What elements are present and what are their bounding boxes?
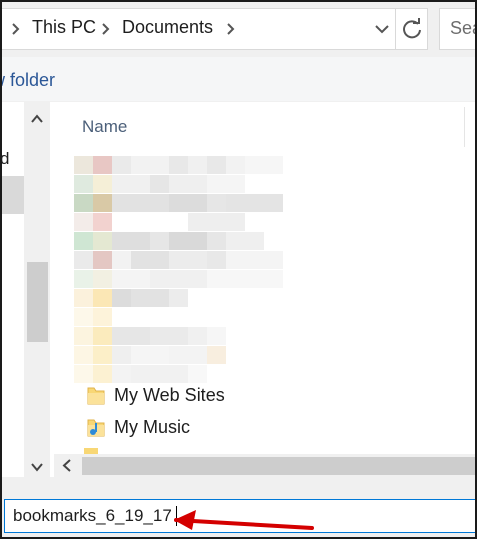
chevron-down-icon[interactable] xyxy=(374,23,390,35)
divider xyxy=(395,9,396,49)
chevron-right-icon[interactable] xyxy=(225,19,237,39)
column-divider[interactable] xyxy=(464,107,465,147)
folder-icon xyxy=(87,387,105,405)
file-name: My Web Sites xyxy=(114,385,225,405)
scrollbar-thumb[interactable] xyxy=(82,457,475,475)
address-bar[interactable]: This PC Documents xyxy=(2,8,428,50)
chevron-right-icon xyxy=(12,23,20,35)
new-folder-button[interactable]: w folder xyxy=(2,70,55,91)
breadcrumb-documents[interactable]: Documents xyxy=(122,17,213,38)
scroll-up-icon[interactable] xyxy=(30,114,44,124)
annotation-arrow xyxy=(174,510,314,530)
scroll-down-icon[interactable] xyxy=(30,462,44,472)
chevron-right-icon[interactable] xyxy=(100,19,112,39)
search-placeholder: Sea xyxy=(450,18,475,38)
nav-selected-item[interactable] xyxy=(2,176,24,214)
scrollbar-thumb[interactable] xyxy=(27,262,48,342)
breadcrumb-this-pc[interactable]: This PC xyxy=(32,17,96,38)
column-header: Name xyxy=(54,102,475,152)
nav-item-label[interactable]: d xyxy=(2,149,9,169)
clipped-column-marks xyxy=(472,102,477,477)
horizontal-scrollbar[interactable] xyxy=(54,454,475,477)
navigation-pane: d xyxy=(2,102,55,477)
file-list: Name My Web Sites My Music xyxy=(54,102,475,477)
refresh-icon[interactable] xyxy=(400,17,424,41)
column-name-header[interactable]: Name xyxy=(82,117,127,137)
music-folder-icon xyxy=(87,419,105,437)
scroll-left-icon[interactable] xyxy=(62,459,72,472)
save-dialog: This PC Documents Sea w folder d Name xyxy=(0,0,477,539)
file-name: My Music xyxy=(114,417,190,437)
search-input[interactable]: Sea xyxy=(439,8,475,50)
nav-scrollbar[interactable] xyxy=(24,102,50,477)
toolbar: w folder xyxy=(2,57,475,101)
